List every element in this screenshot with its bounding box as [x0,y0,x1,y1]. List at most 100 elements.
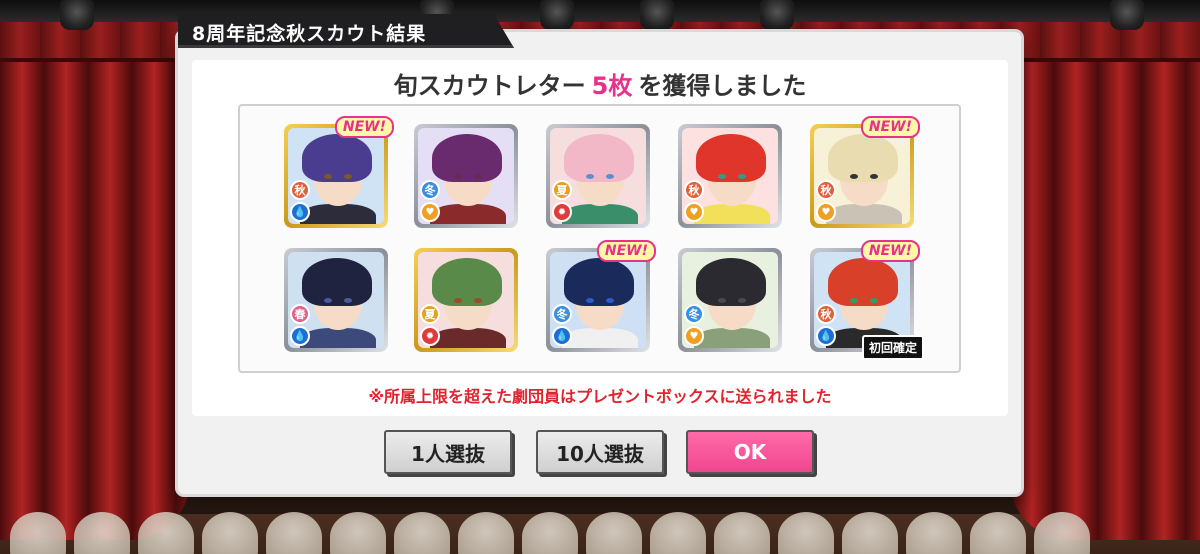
season-icon: 秋 [816,304,836,324]
audience-head [394,512,450,554]
ok-button[interactable]: OK [686,430,814,474]
portrait-eye [324,298,332,303]
first-guaranteed-badge: 初回確定 [861,335,924,360]
portrait-body [694,328,770,348]
scout-10-button[interactable]: 10人選抜 [536,430,664,474]
card-portrait-frame: 冬 ♥ [682,252,778,348]
card-portrait-frame: 夏 ✹ [418,252,514,348]
card-portrait-frame: 秋 ♥ [682,128,778,224]
portrait-hair [696,258,766,306]
portrait-hair [564,134,634,182]
portrait-body [562,204,638,224]
audience-row [0,494,1200,554]
season-icon: 秋 [290,180,310,200]
character-card[interactable]: 秋 ♥ NEW! [810,116,920,228]
headline-suffix: を獲得しました [638,72,807,100]
portrait-eye [474,298,482,303]
portrait-hair [564,258,634,306]
portrait-body [826,204,902,224]
character-card[interactable]: 冬 ♥ [414,124,518,228]
character-card[interactable]: 秋 ♥ [678,124,782,228]
spotlight [760,0,794,30]
drop-attribute-icon: 💧 [816,326,836,346]
portrait-eye [606,174,614,179]
audience-head [522,512,578,554]
season-icon: 秋 [684,180,704,200]
portrait-eye [738,298,746,303]
spotlight [1110,0,1144,30]
portrait-eye [586,174,594,179]
audience-head [650,512,706,554]
star-attribute-icon: ✹ [552,202,572,222]
portrait-body [562,328,638,348]
portrait-eye [474,174,482,179]
card-portrait-frame: 夏 ✹ [550,128,646,224]
spotlight [540,0,574,30]
portrait-body [694,204,770,224]
dialog-title: 8周年記念秋スカウト結果 [178,14,514,48]
card-portrait-frame: 冬 ♥ [418,128,514,224]
audience-head [906,512,962,554]
portrait-eye [850,298,858,303]
scout-1-button[interactable]: 1人選抜 [384,430,512,474]
heart-attribute-icon: ♥ [684,202,704,222]
heart-attribute-icon: ♥ [816,202,836,222]
spotlight [60,0,94,30]
character-card[interactable]: 春 💧 [284,248,388,352]
portrait-eye [718,298,726,303]
heart-attribute-icon: ♥ [684,326,704,346]
audience-head [266,512,322,554]
portrait-eye [454,174,462,179]
portrait-hair [432,258,502,306]
portrait-hair [828,134,898,182]
curtain-left [0,20,190,540]
result-headline: 旬スカウトレター 5枚 を獲得しました [192,66,1008,101]
portrait-eye [324,174,332,179]
audience-head [330,512,386,554]
portrait-eye [586,298,594,303]
portrait-eye [344,174,352,179]
portrait-body [300,204,376,224]
character-card[interactable]: 秋 💧 NEW! 初回確定 [810,240,924,360]
headline-count: 5枚 [591,72,633,100]
audience-head [138,512,194,554]
audience-head [458,512,514,554]
heart-attribute-icon: ♥ [420,202,440,222]
audience-head [842,512,898,554]
season-icon: 秋 [816,180,836,200]
character-card[interactable]: 秋 💧 NEW! [284,116,394,228]
season-icon: 冬 [420,180,440,200]
card-portrait-frame: 秋 💧 [814,252,910,348]
drop-attribute-icon: 💧 [290,326,310,346]
audience-head [1034,512,1090,554]
character-card[interactable]: 夏 ✹ [546,124,650,228]
portrait-eye [344,298,352,303]
portrait-hair [302,258,372,306]
audience-head [586,512,642,554]
character-card[interactable]: 冬 ♥ [678,248,782,352]
character-card[interactable]: 冬 💧 NEW! [546,240,656,352]
portrait-hair [432,134,502,182]
portrait-eye [606,298,614,303]
portrait-eye [870,174,878,179]
portrait-body [430,204,506,224]
overflow-notice: ※所属上限を超えた劇団員はプレゼントボックスに送られました [368,387,832,406]
portrait-hair [302,134,372,182]
star-attribute-icon: ✹ [420,326,440,346]
portrait-eye [454,298,462,303]
drop-attribute-icon: 💧 [290,202,310,222]
portrait-body [430,328,506,348]
audience-head [74,512,130,554]
new-badge: NEW! [860,240,920,262]
portrait-body [300,328,376,348]
season-icon: 冬 [684,304,704,324]
audience-head [10,512,66,554]
curtain-right [1010,20,1200,540]
card-portrait-frame: 秋 💧 [288,128,384,224]
season-icon: 夏 [552,180,572,200]
audience-head [778,512,834,554]
headline-prefix: 旬スカウトレター [393,72,586,100]
character-card[interactable]: 夏 ✹ [414,248,518,352]
audience-head [714,512,770,554]
audience-head [970,512,1026,554]
